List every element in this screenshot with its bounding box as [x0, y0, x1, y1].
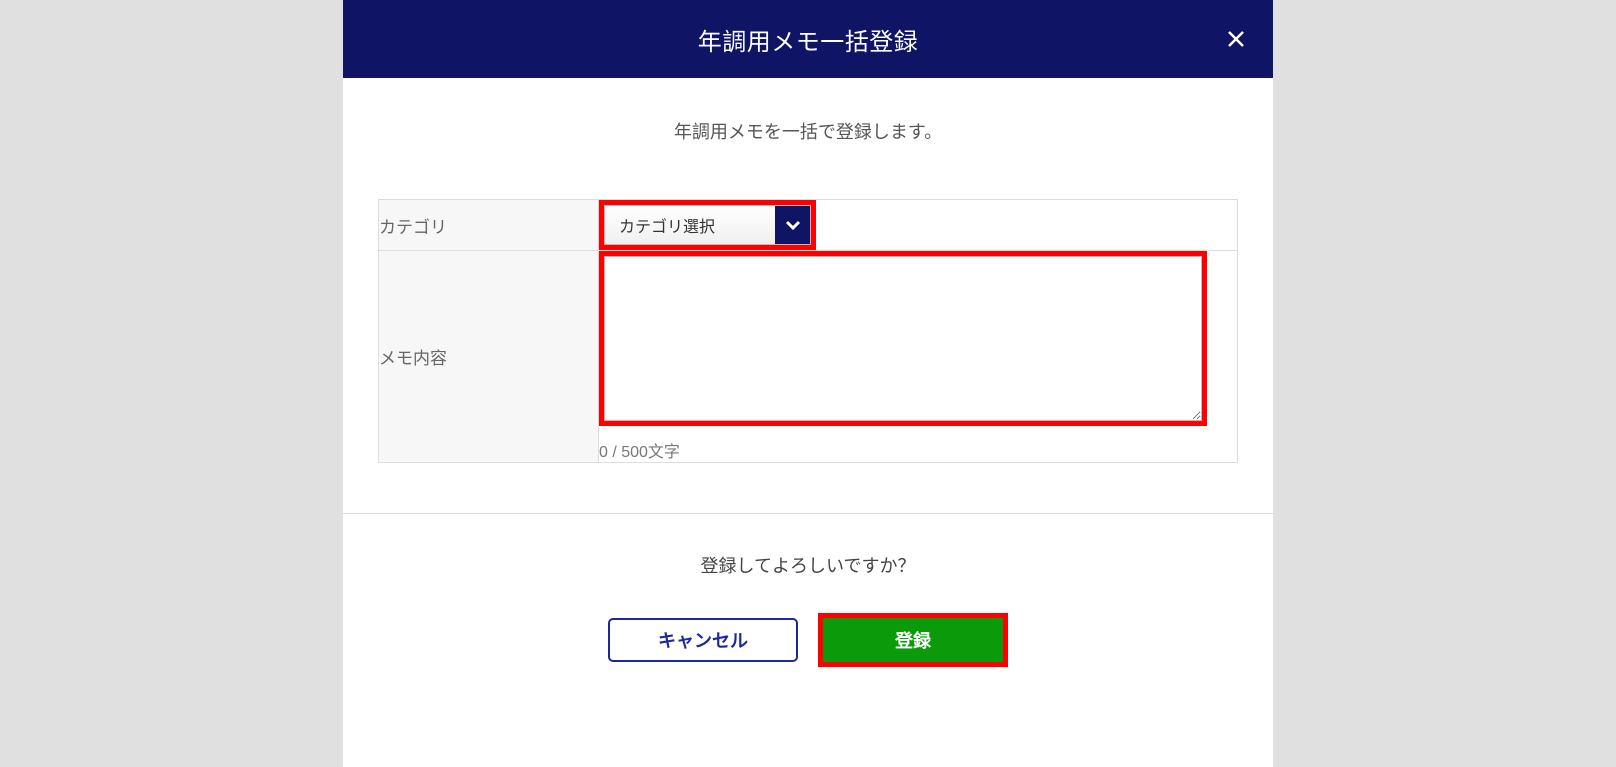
- cancel-button[interactable]: キャンセル: [608, 618, 798, 662]
- modal-dialog: 年調用メモ一括登録 年調用メモを一括で登録します。 カテゴリ カテゴリ選択: [343, 0, 1273, 767]
- char-counter: 0 / 500文字: [599, 438, 1237, 462]
- memo-textarea[interactable]: [604, 256, 1202, 421]
- close-icon: [1226, 29, 1246, 49]
- description-text: 年調用メモを一括で登録します。: [378, 118, 1238, 144]
- memo-label: メモ内容: [379, 251, 599, 463]
- close-button[interactable]: [1224, 27, 1248, 51]
- category-select-value: カテゴリ選択: [605, 206, 775, 244]
- submit-button[interactable]: 登録: [823, 618, 1003, 662]
- memo-textarea-highlight: [599, 251, 1207, 426]
- form-table: カテゴリ カテゴリ選択 メモ内: [378, 199, 1238, 463]
- modal-footer: 登録してよろしいですか？ キャンセル 登録: [343, 513, 1273, 707]
- confirm-text: 登録してよろしいですか？: [343, 552, 1273, 578]
- category-label: カテゴリ: [379, 200, 599, 251]
- modal-title: 年調用メモ一括登録: [698, 22, 919, 57]
- category-select-highlight: カテゴリ選択: [599, 200, 816, 250]
- button-row: キャンセル 登録: [343, 613, 1273, 667]
- modal-header: 年調用メモ一括登録: [343, 0, 1273, 78]
- submit-button-highlight: 登録: [818, 613, 1008, 667]
- category-select[interactable]: カテゴリ選択: [604, 205, 811, 245]
- modal-body: 年調用メモを一括で登録します。 カテゴリ カテゴリ選択: [343, 78, 1273, 513]
- memo-cell: 0 / 500文字: [599, 251, 1238, 463]
- category-cell: カテゴリ選択: [599, 200, 1238, 251]
- chevron-down-icon: [775, 206, 810, 244]
